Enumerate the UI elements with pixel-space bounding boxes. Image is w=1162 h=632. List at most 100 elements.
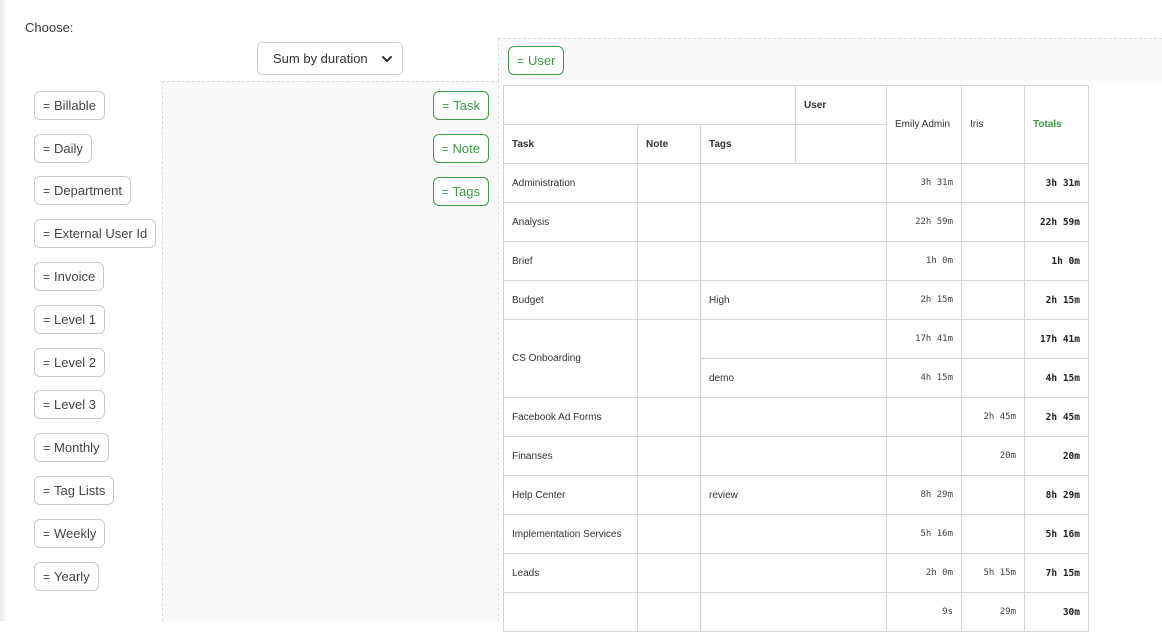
field-pill-level-2[interactable]: = Level 2 <box>34 348 105 377</box>
table-row: Help Center review 8h 29m 8h 29m <box>503 475 1089 515</box>
row-field-pill-note[interactable]: = Note <box>432 134 489 163</box>
field-pill-weekly[interactable]: = Weekly <box>34 519 106 548</box>
field-pill-label: External User Id <box>54 226 148 241</box>
cell-task: CS Onboarding <box>503 319 638 398</box>
cell-emily: 2h 0m <box>886 553 962 593</box>
field-pill-daily[interactable]: = Daily <box>34 134 92 163</box>
cell-task: Analysis <box>503 202 638 242</box>
field-pill-tag-lists[interactable]: = Tag Lists <box>34 476 115 505</box>
drag-handle-icon: = <box>43 483 51 498</box>
field-pill-label: Level 2 <box>54 355 96 370</box>
field-pill-level-1[interactable]: = Level 1 <box>34 305 105 334</box>
aggregator-select[interactable]: Sum by duration <box>257 42 403 75</box>
column-attr-header: User <box>795 85 887 125</box>
cell-note <box>637 163 701 203</box>
drag-handle-icon: = <box>441 184 449 199</box>
cell-iris <box>961 514 1025 554</box>
cell-task: Finanses <box>503 436 638 476</box>
cell-note <box>637 553 701 593</box>
field-pill-label: Tags <box>452 184 480 199</box>
cell-tags <box>700 397 887 437</box>
drag-handle-icon: = <box>441 141 449 156</box>
chevron-down-icon <box>382 56 392 62</box>
field-pill-label: Monthly <box>54 440 100 455</box>
field-pill-label: Invoice <box>54 269 96 284</box>
field-pill-department[interactable]: = Department <box>34 176 131 205</box>
left-edge-shadow <box>0 0 8 621</box>
table-row: Budget High 2h 15m 2h 15m <box>503 280 1089 320</box>
cell-emily: 3h 31m <box>886 163 962 203</box>
cell-tags <box>700 592 887 632</box>
field-pill-label: Weekly <box>54 526 97 541</box>
drag-handle-icon: = <box>43 526 51 541</box>
cell-task: Implementation Services <box>503 514 638 554</box>
cell-total: 5h 16m <box>1024 514 1089 554</box>
cell-note <box>637 397 701 437</box>
row-field-pill-task[interactable]: = Task <box>433 91 489 120</box>
field-pill-label: User <box>528 53 556 68</box>
cell-iris: 5h 15m <box>961 553 1025 593</box>
cell-total: 2h 45m <box>1024 397 1089 437</box>
cell-total: 22h 59m <box>1024 202 1089 242</box>
cell-task: Facebook Ad Forms <box>503 397 638 437</box>
field-pill-label: Billable <box>54 98 96 113</box>
cell-task: Help Center <box>503 475 638 515</box>
cell-emily: 17h 41m <box>886 319 962 359</box>
cell-emily <box>886 436 962 476</box>
field-pill-label: Tag Lists <box>54 483 106 498</box>
header-spacer <box>795 124 887 164</box>
field-pill-label: Daily <box>54 141 83 156</box>
cell-iris <box>961 241 1025 281</box>
field-pill-label: Task <box>453 98 480 113</box>
cell-total: 4h 15m <box>1024 358 1089 398</box>
field-pill-external-user-id[interactable]: = External User Id <box>34 219 157 248</box>
cell-iris <box>961 319 1025 359</box>
row-header-tags: Tags <box>700 124 796 164</box>
field-pill-billable[interactable]: = Billable <box>34 91 105 120</box>
totals-header: Totals <box>1024 85 1089 164</box>
cell-total: 3h 31m <box>1024 163 1089 203</box>
field-pill-label: Level 1 <box>54 312 96 327</box>
cell-emily: 1h 0m <box>886 241 962 281</box>
field-pill-label: Note <box>452 141 480 156</box>
table-row: 9s 29m 30m <box>503 592 1089 632</box>
cell-iris <box>961 163 1025 203</box>
cell-emily: 4h 15m <box>886 358 962 398</box>
cell-tags <box>700 319 887 359</box>
drag-handle-icon: = <box>43 569 51 584</box>
cell-note <box>637 436 701 476</box>
cell-emily: 5h 16m <box>886 514 962 554</box>
drag-handle-icon: = <box>43 98 51 113</box>
row-field-pill-tags[interactable]: = Tags <box>432 177 489 206</box>
cell-task <box>503 592 638 632</box>
column-field-pill-user[interactable]: = User <box>508 46 565 75</box>
aggregator-selected-value: Sum by duration <box>273 51 368 66</box>
drag-handle-icon: = <box>43 183 51 198</box>
column-fields-dropzone[interactable] <box>498 38 1162 81</box>
cell-iris <box>961 358 1025 398</box>
field-pill-monthly[interactable]: = Monthly <box>34 433 109 462</box>
table-row: Leads 2h 0m 5h 15m 7h 15m <box>503 553 1089 593</box>
cell-task: Administration <box>503 163 638 203</box>
table-row: Implementation Services 5h 16m 5h 16m <box>503 514 1089 554</box>
cell-iris: 2h 45m <box>961 397 1025 437</box>
field-pill-level-3[interactable]: = Level 3 <box>34 390 105 419</box>
cell-emily: 22h 59m <box>886 202 962 242</box>
cell-iris <box>961 475 1025 515</box>
cell-tags <box>700 241 887 281</box>
cell-tags <box>700 163 887 203</box>
cell-note <box>637 475 701 515</box>
cell-total: 2h 15m <box>1024 280 1089 320</box>
cell-note <box>637 241 701 281</box>
table-row: Brief 1h 0m 1h 0m <box>503 241 1089 281</box>
field-pill-yearly[interactable]: = Yearly <box>34 562 99 591</box>
field-pill-invoice[interactable]: = Invoice <box>34 262 105 291</box>
table-row: Administration 3h 31m 3h 31m <box>503 163 1089 203</box>
cell-note <box>637 202 701 242</box>
cell-task: Brief <box>503 241 638 281</box>
cell-tags: review <box>700 475 887 515</box>
cell-note <box>637 280 701 320</box>
cell-note <box>637 592 701 632</box>
cell-iris: 20m <box>961 436 1025 476</box>
cell-tags <box>700 202 887 242</box>
